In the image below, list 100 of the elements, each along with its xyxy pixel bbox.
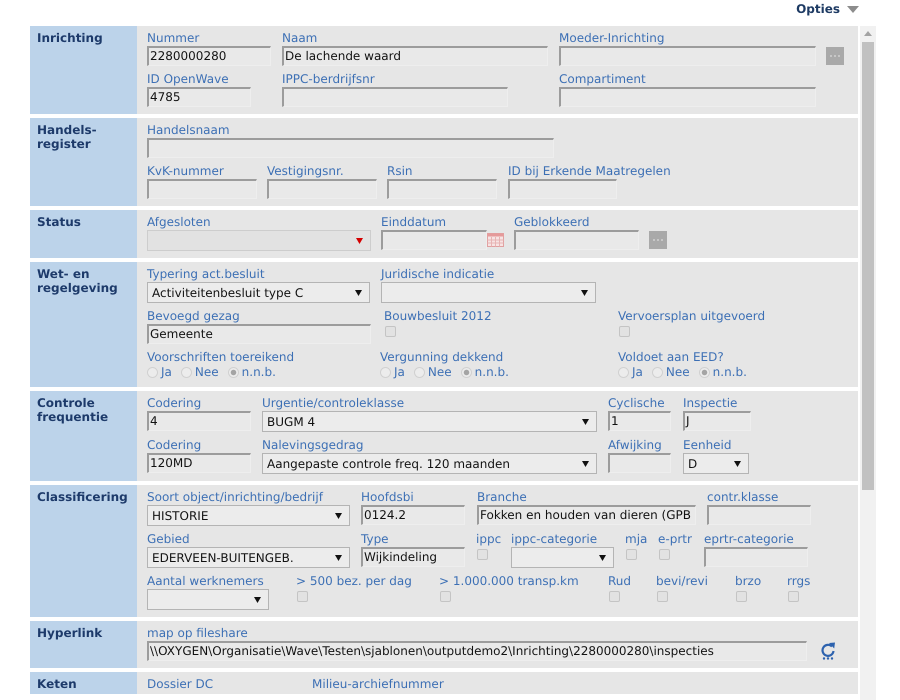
field-label: Branche (477, 490, 528, 505)
field-label: IPPC-berdrijfsnr (282, 72, 376, 87)
text-field[interactable]: 4 (147, 411, 251, 431)
field-label: Juridische indicatie (381, 267, 496, 282)
dropdown[interactable]: D (683, 453, 749, 474)
radio-button[interactable] (652, 367, 663, 378)
checkbox[interactable] (657, 591, 668, 602)
text-field[interactable]: De lachende waard (282, 46, 548, 66)
text-field[interactable]: 4785 (147, 87, 251, 107)
dropdown[interactable]: Aangepaste controle freq. 120 maanden (262, 453, 597, 474)
text-field[interactable]: 120MD (147, 453, 251, 473)
field-label: Naam (282, 31, 318, 46)
caret-icon (582, 418, 589, 424)
text-field[interactable] (387, 179, 497, 199)
field-label: ippc (476, 532, 502, 547)
text-field[interactable] (608, 453, 671, 473)
section-title: Wet- en regelgeving (30, 262, 137, 387)
text-field[interactable]: Fokken en houden van dieren (GPB (477, 505, 696, 525)
section-title: Status (30, 210, 137, 258)
checkbox[interactable] (619, 326, 630, 337)
field-label: contr.klasse (707, 490, 780, 505)
caret-icon (356, 238, 363, 244)
section-title: Keten (30, 672, 137, 694)
text-field[interactable] (508, 179, 617, 199)
radio-label: Ja (161, 365, 172, 380)
radio-button[interactable] (228, 367, 239, 378)
field-label: mja (625, 532, 648, 547)
dropdown[interactable]: Activiteitenbesluit type C (147, 282, 370, 303)
field-label: Milieu-archiefnummer (312, 677, 444, 692)
dropdown[interactable]: HISTORIE (147, 505, 350, 526)
radio-button[interactable] (147, 367, 158, 378)
caret-icon (582, 460, 589, 466)
section-title: Controle frequentie (30, 391, 137, 481)
options-menu-button[interactable]: Opties (794, 1, 861, 17)
radio-button[interactable] (180, 367, 192, 378)
text-field[interactable] (707, 505, 811, 525)
radio-button[interactable] (618, 367, 629, 378)
radio-label: n.n.b. (474, 365, 509, 380)
field-label: Nummer (147, 31, 200, 46)
text-field[interactable]: \\OXYGEN\Organisatie\Wave\Testen\sjablonen\outputdemo2\Inrichting\2280000280\inspecties (147, 641, 807, 661)
dropdown[interactable] (147, 230, 371, 251)
section-title: Classificering (30, 485, 137, 617)
field-label: Vergunning dekkend (380, 350, 504, 365)
checkbox[interactable] (609, 591, 620, 602)
field-label: Typering act.besluit (147, 267, 266, 282)
text-field[interactable]: Wijkindeling (361, 547, 465, 567)
text-field[interactable] (147, 138, 554, 158)
text-field[interactable] (559, 87, 816, 107)
text-field[interactable] (381, 230, 487, 250)
lookup-button[interactable] (826, 47, 844, 65)
checkbox[interactable] (440, 591, 451, 602)
radio-button[interactable] (380, 367, 391, 378)
caret-icon (335, 554, 342, 560)
caret-icon (847, 6, 859, 12)
field-label: Bouwbesluit 2012 (384, 309, 493, 324)
dropdown[interactable]: EDERVEEN-BUITENGEB. (147, 547, 350, 568)
radio-label: Nee (428, 365, 452, 380)
text-field[interactable]: 0124.2 (361, 505, 465, 525)
radio-button[interactable] (414, 367, 425, 378)
text-field[interactable]: J (683, 411, 751, 431)
dropdown[interactable] (381, 282, 596, 303)
checkbox[interactable] (385, 326, 396, 337)
field-label: Vervoersplan uitgevoerd (618, 309, 766, 324)
checkbox[interactable] (477, 549, 488, 560)
checkbox[interactable] (788, 591, 799, 602)
dropdown[interactable] (147, 589, 269, 610)
field-label: Codering (147, 396, 202, 411)
scrollbar[interactable] (860, 26, 876, 700)
radio-label: Ja (394, 365, 405, 380)
field-label: Rud (608, 574, 632, 589)
text-field[interactable] (147, 179, 257, 199)
dropdown[interactable]: BUGM 4 (262, 411, 597, 432)
checkbox[interactable] (736, 591, 747, 602)
dropdown[interactable] (511, 547, 614, 568)
text-field[interactable]: 1 (608, 411, 671, 431)
radio-label: Nee (666, 365, 690, 380)
text-field[interactable]: Gemeente (147, 324, 371, 344)
field-label: ippc-categorie (511, 532, 598, 547)
field-label: eprtr-categorie (704, 532, 795, 547)
field-label: Moeder-Inrichting (559, 31, 666, 46)
circular-arrow-icon[interactable] (821, 642, 836, 660)
lookup-button[interactable] (649, 231, 667, 249)
text-field[interactable] (282, 87, 508, 107)
checkbox[interactable] (626, 549, 637, 560)
checkbox[interactable] (659, 549, 670, 560)
text-field[interactable] (514, 230, 639, 250)
calendar-icon[interactable] (487, 233, 504, 247)
text-field[interactable]: 2280000280 (147, 46, 271, 66)
field-label: ID OpenWave (147, 72, 230, 87)
field-label: Soort object/inrichting/bedrijf (147, 490, 324, 505)
scrollbar-thumb[interactable] (862, 42, 874, 490)
scroll-up-icon[interactable] (864, 31, 872, 36)
text-field[interactable] (267, 179, 377, 199)
field-label: > 1.000.000 transp.km (439, 574, 580, 589)
radio-button[interactable] (460, 367, 472, 378)
caret-icon (254, 596, 261, 602)
radio-button[interactable] (698, 367, 710, 378)
checkbox[interactable] (297, 591, 308, 602)
text-field[interactable] (559, 46, 816, 66)
text-field[interactable] (704, 547, 808, 567)
